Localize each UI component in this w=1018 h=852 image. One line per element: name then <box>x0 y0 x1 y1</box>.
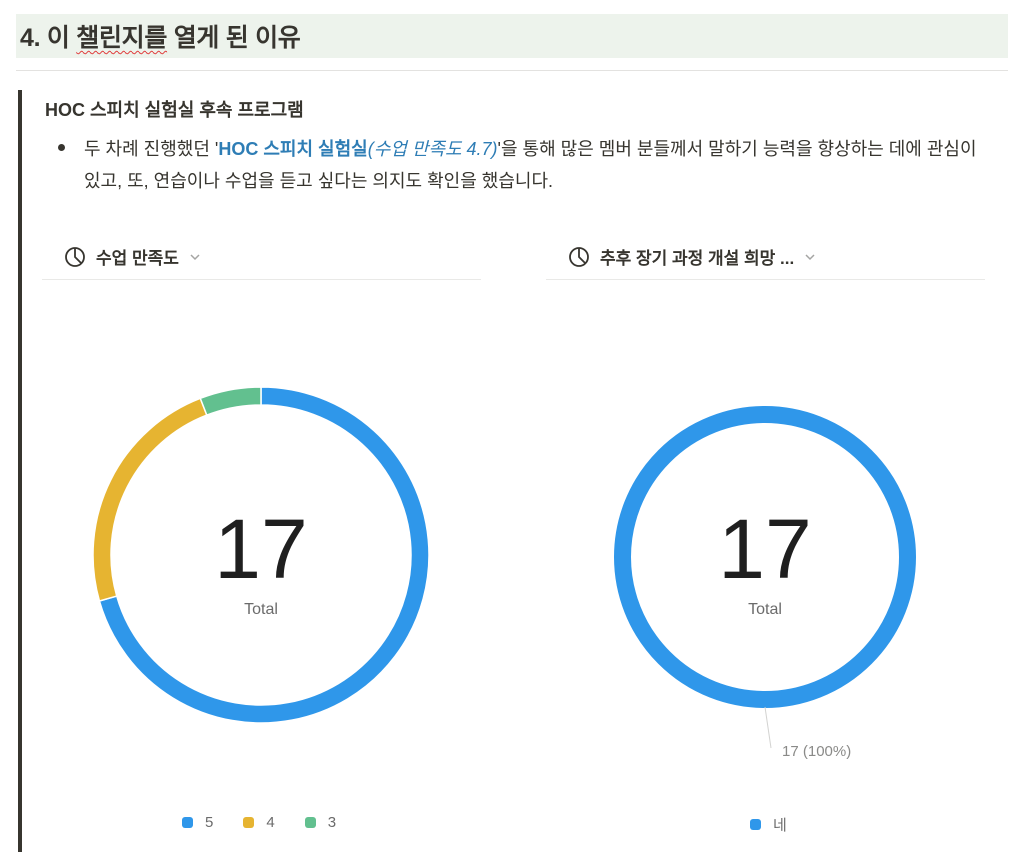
legend-swatch <box>750 819 761 830</box>
section-title: 4. 이 챌린지를 열게 된 이유 <box>20 18 301 54</box>
chart-2-total: 17 <box>718 502 811 596</box>
legend-item-5[interactable]: 5 <box>182 814 213 831</box>
chart-1-header[interactable]: 수업 만족도 <box>42 234 481 280</box>
heading-prefix: 4. 이 <box>20 24 77 52</box>
bullet-text: 두 차례 진행했던 'HOC 스피치 실험실(수업 만족도 4.7)'을 통해 … <box>84 133 984 197</box>
page-link[interactable]: HOC 스피치 실험실 <box>218 139 367 159</box>
legend-label: 네 <box>773 817 787 834</box>
chart-2-title: 추후 장기 과정 개설 희망 ... <box>600 249 795 268</box>
page-link-note[interactable]: (수업 만족도 4.7) <box>368 139 498 159</box>
chart-1-title: 수업 만족도 <box>96 249 179 268</box>
heading-spellcheck-word: 챌린지를 <box>76 24 168 52</box>
chart-2-donut: 17 (100%) 17 Total <box>614 406 916 760</box>
legend-swatch <box>304 817 316 828</box>
chart-1-donut: 17 Total <box>92 386 430 724</box>
chart-1-total-label: Total <box>244 601 278 618</box>
divider <box>16 70 1008 71</box>
chart-1-legend: 5 4 3 <box>182 814 336 831</box>
slice-label-leader <box>764 706 772 749</box>
donut-slice-4[interactable] <box>92 397 208 602</box>
chart-2-total-label: Total <box>748 601 782 618</box>
legend-item-3[interactable]: 3 <box>304 814 337 831</box>
section-heading: 4. 이 챌린지를 열게 된 이유 <box>16 14 1008 58</box>
chevron-down-icon[interactable] <box>189 251 201 263</box>
donut-slice-3[interactable] <box>199 386 262 417</box>
legend-label: 4 <box>266 814 275 831</box>
legend-label: 5 <box>205 814 214 831</box>
legend-swatch <box>182 817 193 828</box>
pie-chart-icon <box>569 246 589 267</box>
bullet-icon <box>58 144 65 151</box>
legend-item-4[interactable]: 4 <box>243 814 275 831</box>
chart-2-header[interactable]: 추후 장기 과정 개설 희망 ... <box>546 234 985 280</box>
chart-2-legend: 네 <box>750 814 787 835</box>
chart-1-total: 17 <box>214 502 307 596</box>
heading-suffix: 열게 된 이유 <box>167 24 301 52</box>
legend-label: 3 <box>327 814 337 831</box>
block-subtitle: HOC 스피치 실험실 후속 프로그램 <box>45 100 304 120</box>
legend-swatch <box>243 817 255 828</box>
quote-bar <box>18 90 22 852</box>
chevron-down-icon[interactable] <box>804 251 816 263</box>
bullet-text-before: 두 차례 진행했던 ' <box>84 139 219 159</box>
legend-item-네[interactable]: 네 <box>750 814 787 835</box>
pie-chart-icon <box>65 246 85 267</box>
slice-label: 17 (100%) <box>782 743 851 760</box>
